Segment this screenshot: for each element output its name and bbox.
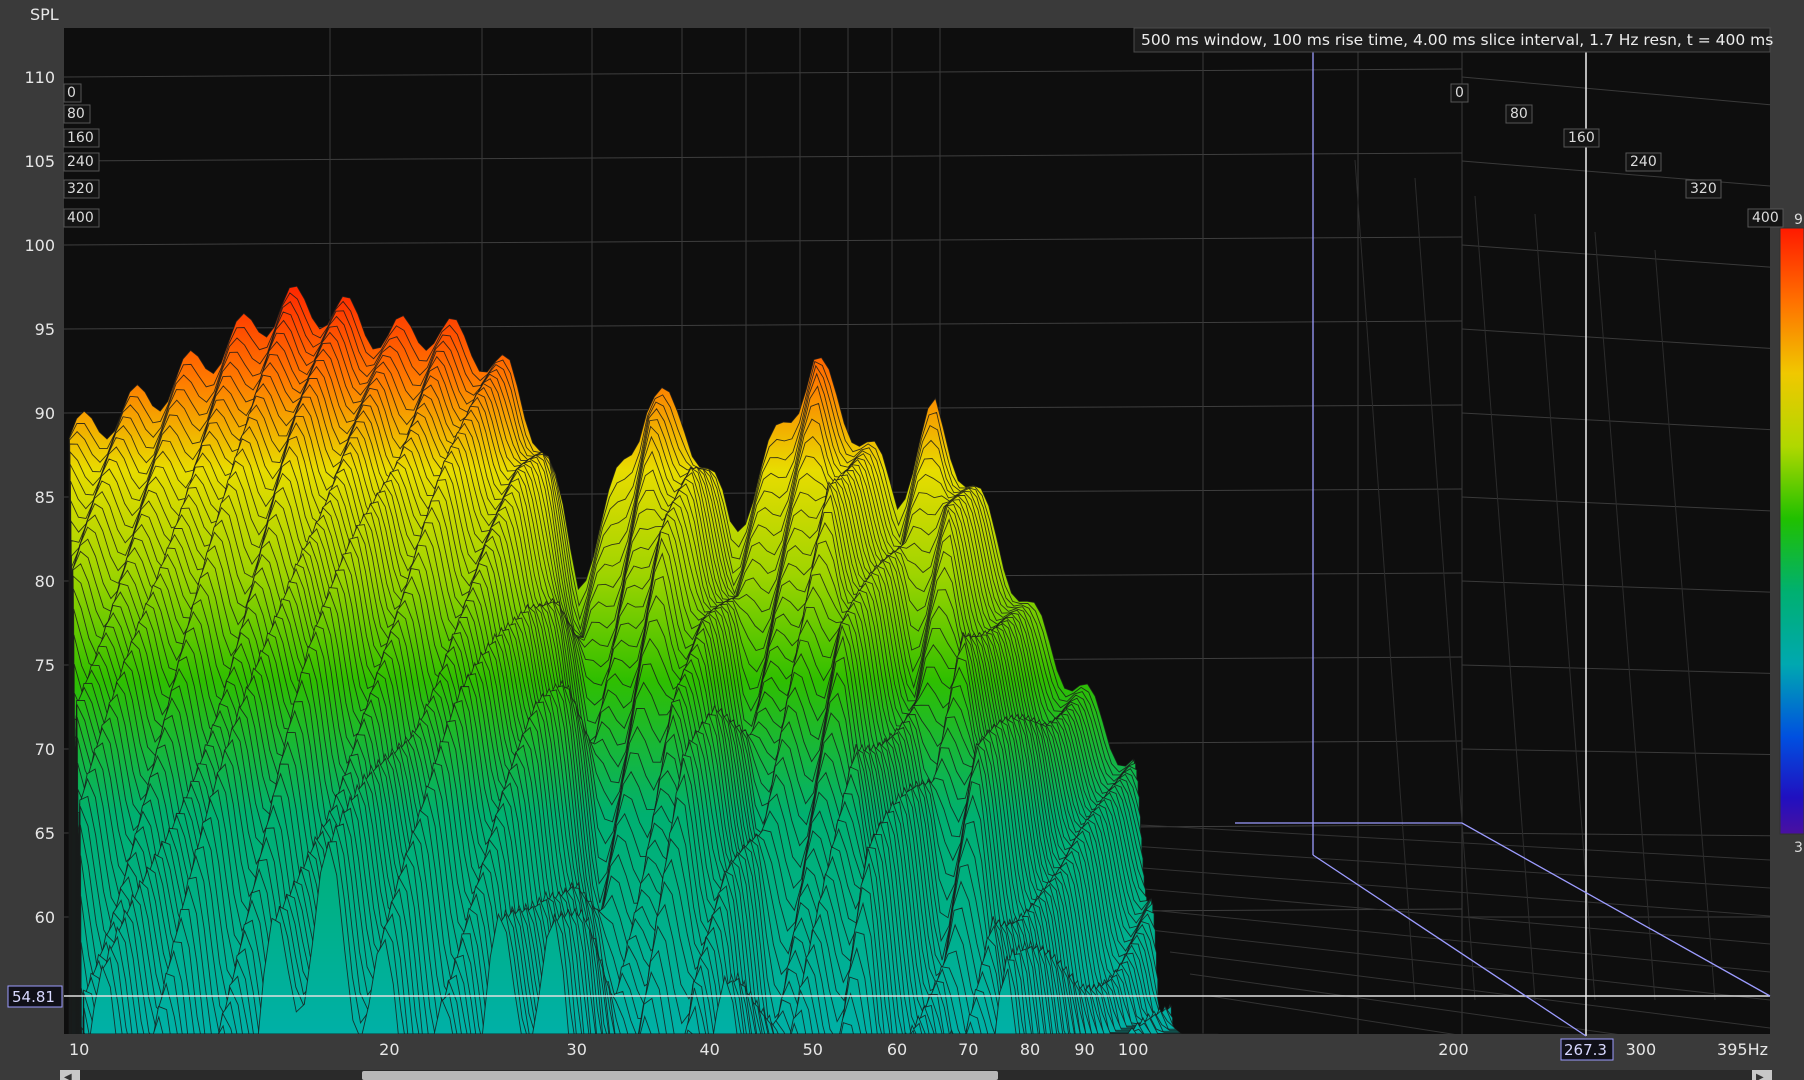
time-tick-label-right: 80 (1510, 106, 1528, 122)
y-tick-label: 80 (35, 572, 55, 591)
color-scale-bottom-label: 3 (1794, 840, 1803, 856)
y-tick-label: 60 (35, 908, 55, 927)
color-scale-bar (1779, 227, 1804, 835)
x-tick-label: 395Hz (1717, 1040, 1768, 1059)
waterfall-chart: SPL 1101051009590858075706560 10 20 30 40 50… (7, 5, 1804, 1080)
time-tick-label-left: 400 (67, 210, 94, 226)
x-tick-label: 80 (1020, 1040, 1040, 1059)
time-tick-label-left: 80 (67, 106, 85, 122)
time-tick-label-right: 400 (1752, 210, 1779, 226)
time-tick-label-right: 160 (1568, 130, 1595, 146)
time-tick-label-left: 320 (67, 181, 94, 197)
y-tick-label: 100 (24, 236, 55, 255)
scroll-left-arrow-icon: ◀ (64, 1072, 72, 1080)
x-tick-label: 40 (699, 1040, 719, 1059)
x-tick-label: 50 (803, 1040, 823, 1059)
time-tick-label-right: 240 (1630, 154, 1657, 170)
y-tick-label: 95 (35, 320, 55, 339)
time-tick-label-right: 0 (1455, 85, 1464, 101)
time-tick-label-left: 0 (67, 85, 76, 101)
x-tick-label: 100 (1118, 1040, 1149, 1059)
y-tick-label: 70 (35, 740, 55, 759)
y-tick-labels: 110 105 100 95 90 85 80 75 70 65 60 (24, 68, 55, 927)
cursor-spl-value: 54.81 (12, 988, 55, 1006)
x-tick-label: 200 (1438, 1040, 1469, 1059)
y-tick-label: 90 (35, 404, 55, 423)
x-tick-label: 20 (379, 1040, 399, 1059)
scroll-right-arrow-icon: ▶ (1756, 1072, 1764, 1080)
y-tick-label: 110 (24, 68, 55, 87)
time-tick-label-left: 160 (67, 130, 94, 146)
color-scale-top-label: 9 (1794, 212, 1803, 228)
y-tick-label: 105 (24, 152, 55, 171)
y-axis-title: SPL (30, 5, 59, 24)
y-tick-label: 85 (35, 488, 55, 507)
info-text: 500 ms window, 100 ms rise time, 4.00 ms… (1141, 31, 1773, 49)
time-tick-label-right: 320 (1690, 181, 1717, 197)
x-tick-label: 30 (567, 1040, 587, 1059)
x-tick-label: 300 (1626, 1040, 1657, 1059)
y-tick-label: 75 (35, 656, 55, 675)
y-tick-label: 65 (35, 824, 55, 843)
cursor-freq-value: 267.3 (1564, 1041, 1607, 1059)
x-tick-labels: 10 20 30 40 50 60 70 80 90 100 200 300 395Hz (69, 1040, 1768, 1059)
x-tick-label: 10 (69, 1040, 89, 1059)
x-tick-label: 90 (1074, 1040, 1094, 1059)
x-tick-label: 70 (958, 1040, 978, 1059)
x-tick-label: 60 (887, 1040, 907, 1059)
scrollbar-thumb[interactable] (362, 1071, 998, 1080)
time-tick-label-left: 240 (67, 154, 94, 170)
